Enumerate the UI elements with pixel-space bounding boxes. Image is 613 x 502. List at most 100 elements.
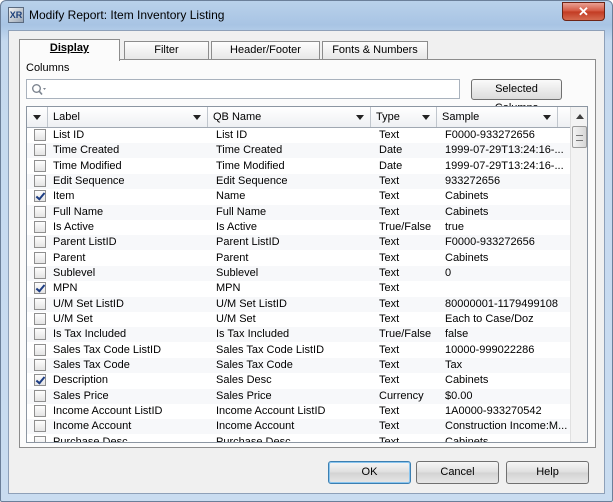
row-sample: $0.00 [445,389,473,402]
tab-fonts-numbers[interactable]: Fonts & Numbers [322,41,428,60]
row-qbname: Parent [216,251,249,264]
chevron-down-icon [356,115,364,120]
row-type: Text [379,404,400,417]
ok-button[interactable]: OK [328,461,411,484]
row-checkbox[interactable] [34,374,46,387]
table-row[interactable]: Description Sales Desc Text Cabinets [27,373,570,389]
title-bar[interactable]: XR Modify Report: Item Inventory Listing… [1,1,612,29]
row-type: Text [379,420,400,433]
row-sample: 933272656 [445,174,501,187]
row-checkbox[interactable] [34,435,46,442]
tab-filter[interactable]: Filter [124,41,209,60]
table-row[interactable]: Sales Price Sales Price Currency $0.00 [27,388,570,404]
tab-header-footer[interactable]: Header/Footer [211,41,320,60]
row-label: Sales Tax Code [53,358,130,371]
row-sample: Cabinets [445,205,489,218]
row-type: Text [379,205,400,218]
vertical-scrollbar[interactable] [570,107,587,442]
table-row[interactable]: Is Tax Included Is Tax Included True/False… [27,327,570,343]
row-sample: 1999-07-29T13:24:16-... [445,144,564,157]
table-row[interactable]: Item Name Text Cabinets [27,189,570,205]
type-column-header[interactable]: Type [371,107,437,127]
scroll-up-icon[interactable] [571,108,587,125]
table-row[interactable]: Sales Tax Code ListID Sales Tax Code List… [27,342,570,358]
row-type: Text [379,236,400,249]
selected-columns-button[interactable]: Selected Columns [471,79,562,114]
row-qbname: Is Tax Included [216,328,290,341]
chevron-down-icon [422,115,430,120]
row-checkbox[interactable] [34,266,46,279]
table-row[interactable]: Sublevel Sublevel Text 0 [27,265,570,281]
table-row[interactable]: Income Account ListID Income Account List… [27,403,570,419]
row-qbname: Income Account [216,420,295,433]
row-label: MPN [53,282,78,295]
row-sample: true [445,220,464,233]
table-row[interactable]: Purchase Desc Purchase Desc Text Cabinets [27,434,570,443]
help-button[interactable]: Help [506,461,589,484]
row-checkbox[interactable] [34,144,46,157]
table-row[interactable]: U/M Set ListID U/M Set ListID Text 80000001… [27,296,570,312]
table-row[interactable]: Parent Parent Text Cabinets [27,250,570,266]
label-header-text: Label [53,111,80,123]
row-type: Text [379,297,400,310]
table-row[interactable]: Edit Sequence Edit Sequence Text 933272656 [27,173,570,189]
table-row[interactable]: Income Account Income Account Text Construc… [27,419,570,435]
row-checkbox[interactable] [34,282,46,295]
row-type: Text [379,282,400,295]
column-search-box[interactable] [26,79,460,99]
row-checkbox[interactable] [34,190,46,203]
search-icon[interactable] [31,83,47,96]
row-checkbox[interactable] [34,129,46,141]
columns-grid: Label QB Name Type Sample List ID List ID… [26,106,588,443]
chevron-down-icon [193,115,201,120]
app-icon: XR [8,7,24,23]
row-checkbox[interactable] [34,174,46,187]
table-row[interactable]: Sales Tax Code Sales Tax Code Text Tax [27,357,570,373]
table-row[interactable]: Is Active Is Active True/False true [27,219,570,235]
select-column-header[interactable] [27,107,48,127]
table-row[interactable]: U/M Set U/M Set Text Each to Case/Doz [27,311,570,327]
dialog-body: Display Filter Header/Footer Fonts & Num… [8,30,605,494]
row-sample: Cabinets [445,251,489,264]
row-checkbox[interactable] [34,312,46,325]
column-search-input[interactable] [51,81,455,97]
row-label: U/M Set ListID [53,297,124,310]
display-tab-panel: Columns Selected Columns Label QB Name T… [19,59,596,448]
row-checkbox[interactable] [34,159,46,172]
row-checkbox[interactable] [34,343,46,356]
row-checkbox[interactable] [34,328,46,341]
label-column-header[interactable]: Label [48,107,208,127]
row-checkbox[interactable] [34,389,46,402]
row-qbname: Time Created [216,144,283,157]
sample-header-text: Sample [442,111,480,123]
row-type: True/False [379,220,432,233]
row-checkbox[interactable] [34,236,46,249]
table-row[interactable]: Full Name Full Name Text Cabinets [27,204,570,220]
row-checkbox[interactable] [34,358,46,371]
row-checkbox[interactable] [34,251,46,264]
scroll-thumb[interactable] [572,126,587,148]
tab-display[interactable]: Display [19,39,120,61]
row-checkbox[interactable] [34,220,46,233]
table-row[interactable]: Time Created Time Created Date 1999-07-29T1… [27,143,570,159]
row-checkbox[interactable] [34,420,46,433]
row-label: Sublevel [53,266,96,279]
row-sample: Cabinets [445,435,489,443]
row-qbname: Sales Tax Code ListID [216,343,325,356]
table-row[interactable]: Time Modified Time Modified Date 1999-07-29… [27,158,570,174]
row-checkbox[interactable] [34,205,46,218]
row-checkbox[interactable] [34,297,46,310]
table-row[interactable]: MPN MPN Text [27,281,570,297]
row-label: Time Modified [53,159,122,172]
row-checkbox[interactable] [34,404,46,417]
row-sample: 0 [445,266,452,279]
table-row[interactable]: List ID List ID Text F0000-933272656 [27,128,570,143]
sample-column-header[interactable]: Sample [437,107,558,127]
row-label: Is Active [53,220,94,233]
close-button[interactable]: ✕ [562,2,605,21]
row-label: Time Created [53,144,120,157]
qbname-column-header[interactable]: QB Name [208,107,371,127]
cancel-button[interactable]: Cancel [416,461,499,484]
table-row[interactable]: Parent ListID Parent ListID Text F0000-9332… [27,235,570,251]
row-qbname: MPN [216,282,241,295]
